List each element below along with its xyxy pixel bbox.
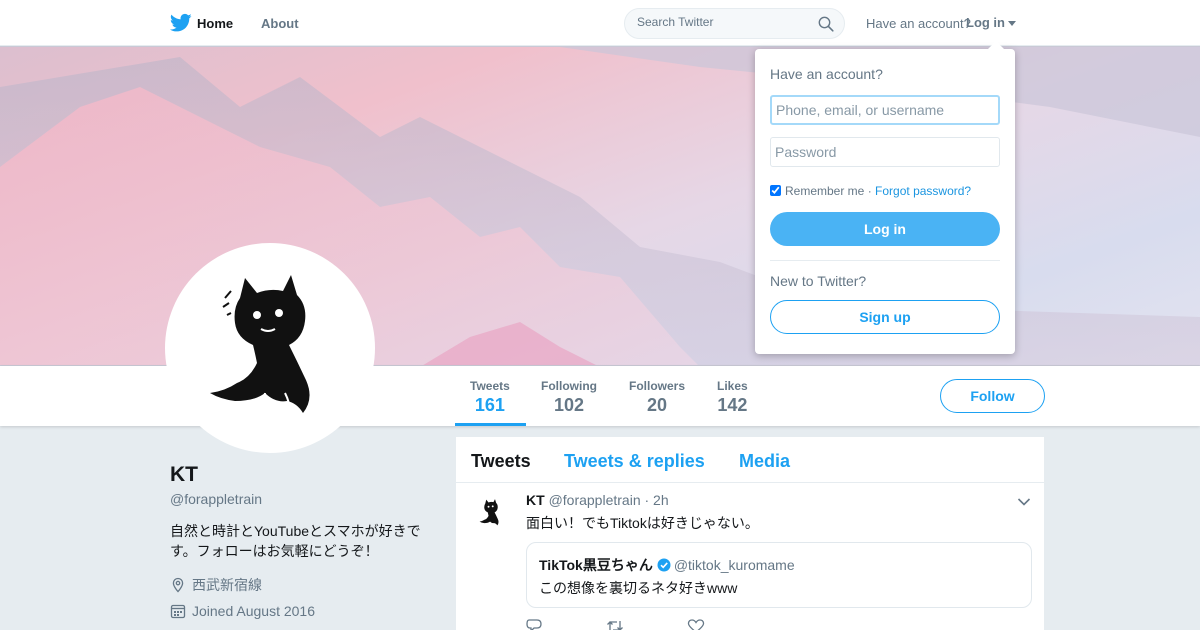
stat-label: Following	[541, 379, 597, 393]
dropdown-divider	[770, 260, 1000, 261]
tweet-timeline: Tweets Tweets & replies Media KT @forapp…	[456, 437, 1044, 630]
tweet-avatar[interactable]	[471, 493, 511, 533]
joined-text: Joined August 2016	[192, 603, 315, 619]
tab-tweets-and-replies[interactable]: Tweets & replies	[564, 451, 705, 472]
stat-tweets[interactable]: Tweets 161	[470, 379, 510, 416]
separator-dot: ·	[867, 184, 872, 198]
profile-avatar[interactable]	[165, 243, 375, 453]
stat-value: 161	[474, 395, 505, 415]
profile-location: 西武新宿線	[170, 575, 262, 595]
timeline-tabs: Tweets Tweets & replies Media	[456, 437, 1044, 483]
stat-following[interactable]: Following 102	[541, 379, 597, 416]
password-field[interactable]	[770, 137, 1000, 167]
tab-media[interactable]: Media	[739, 451, 790, 472]
location-text: 西武新宿線	[192, 577, 262, 593]
profile-bio: 自然と時計とYouTubeとスマホが好きです。フォローはお気軽にどうぞ！	[170, 523, 421, 559]
signup-button[interactable]: Sign up	[770, 300, 1000, 334]
profile-joined: Joined August 2016	[170, 603, 315, 619]
search-box[interactable]	[624, 8, 845, 39]
tweet-author-name[interactable]: KT	[526, 492, 545, 508]
login-dropdown: Have an account? Remember me · Forgot pa…	[755, 41, 1015, 354]
calendar-icon	[170, 604, 186, 619]
search-icon[interactable]	[818, 16, 834, 32]
stat-value: 102	[553, 395, 585, 415]
tweet-header: KT @forappletrain · 2h	[526, 492, 669, 508]
stat-value: 142	[717, 395, 748, 415]
tweet-author-handle[interactable]: @forappletrain	[549, 492, 641, 508]
nav-about-link[interactable]: About	[261, 16, 299, 31]
quoted-tweet-text: この想像を裏切るネタ好きwww	[539, 580, 738, 596]
new-to-twitter-text: New to Twitter?	[770, 273, 867, 289]
follow-button[interactable]: Follow	[940, 379, 1045, 413]
stat-followers[interactable]: Followers 20	[629, 379, 685, 416]
tweet-time[interactable]: · 2h	[645, 492, 669, 508]
profile-handle: @forappletrain	[170, 491, 263, 507]
quoted-author-name: TikTok黒豆ちゃん	[539, 557, 653, 573]
quoted-author-handle: @tiktok_kuromame	[673, 557, 795, 573]
location-icon	[172, 577, 184, 593]
top-navigation-bar: Home About Have an account? Log in	[0, 0, 1200, 46]
stat-label: Followers	[629, 379, 686, 393]
login-toggle-label: Log in	[966, 15, 1005, 30]
verified-icon	[657, 558, 671, 572]
retweet-icon[interactable]	[606, 619, 624, 630]
tweet-item[interactable]: KT @forappletrain · 2h 面白い！でもTiktokは好きじゃ…	[456, 483, 1044, 630]
stat-likes[interactable]: Likes 142	[717, 379, 748, 416]
dropdown-title: Have an account?	[770, 66, 883, 82]
have-account-text: Have an account?	[866, 16, 971, 31]
stat-label: Likes	[717, 379, 748, 393]
tweet-text: 面白い！でもTiktokは好きじゃない。	[526, 515, 759, 531]
chevron-down-icon[interactable]	[1017, 497, 1031, 507]
active-stat-underline	[455, 423, 526, 426]
nav-home-link[interactable]: Home	[197, 16, 233, 31]
black-cat-avatar-image	[210, 275, 310, 422]
twitter-bird-icon[interactable]	[170, 13, 192, 33]
quoted-tweet-header: TikTok黒豆ちゃん @tiktok_kuromame	[539, 555, 795, 575]
quoted-tweet[interactable]: TikTok黒豆ちゃん @tiktok_kuromame この想像を裏切るネタ好…	[526, 542, 1032, 608]
login-dropdown-toggle[interactable]: Log in	[966, 15, 1016, 30]
search-input[interactable]	[637, 15, 807, 29]
caret-down-icon	[1008, 21, 1016, 27]
like-icon[interactable]	[687, 619, 705, 630]
dropdown-arrow	[988, 41, 1004, 49]
stat-label: Tweets	[470, 379, 510, 393]
reply-icon[interactable]	[526, 619, 544, 630]
login-button[interactable]: Log in	[770, 212, 1000, 246]
stat-value: 20	[646, 395, 668, 415]
remember-me-label[interactable]: Remember me	[785, 184, 864, 198]
remember-row: Remember me · Forgot password?	[770, 184, 971, 198]
tab-tweets[interactable]: Tweets	[471, 451, 531, 472]
profile-name: KT	[170, 463, 198, 486]
black-cat-avatar-image	[479, 499, 499, 526]
forgot-password-link[interactable]: Forgot password?	[875, 184, 971, 198]
remember-me-checkbox[interactable]	[770, 185, 781, 196]
username-field[interactable]	[770, 95, 1000, 125]
